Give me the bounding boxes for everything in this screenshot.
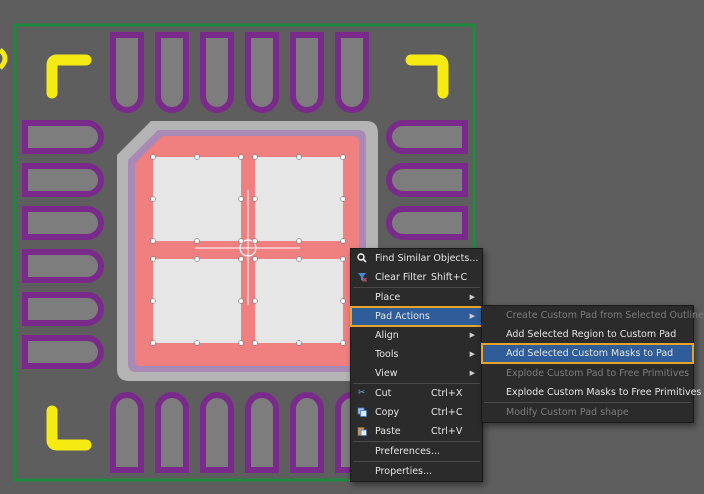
pad[interactable]	[200, 32, 234, 113]
menu-item-shortcut: Shift+C	[431, 272, 468, 283]
pad[interactable]	[22, 120, 104, 154]
pad[interactable]	[386, 206, 468, 240]
pad[interactable]	[245, 392, 279, 473]
pad[interactable]	[22, 335, 104, 369]
pad[interactable]	[155, 392, 189, 473]
submenu-item-add-selected-custom-masks[interactable]: Add Selected Custom Masks to Pad	[481, 343, 694, 364]
submenu-item-label: Create Custom Pad from Selected Outline	[506, 310, 704, 321]
pad-actions-submenu: Create Custom Pad from Selected Outline …	[481, 305, 704, 423]
submenu-item-add-selected-region[interactable]: Add Selected Region to Custom Pad	[482, 325, 693, 344]
submenu-item-modify-custom-pad-shape[interactable]: Modify Custom Pad shape	[482, 403, 693, 422]
pad[interactable]	[155, 32, 189, 113]
menu-item-label: View	[375, 368, 398, 379]
menu-item-label: Find Similar Objects...	[375, 253, 479, 264]
menu-item-label: Preferences...	[375, 446, 440, 457]
paste-region[interactable]	[255, 157, 343, 241]
menu-item-label: Paste	[375, 426, 401, 437]
menu-item-label: Properties...	[375, 466, 433, 477]
pad[interactable]	[200, 392, 234, 473]
pad[interactable]	[22, 249, 104, 283]
pad[interactable]	[386, 120, 468, 154]
pad[interactable]	[110, 392, 144, 473]
menu-item-place[interactable]: Place ▶	[351, 288, 482, 307]
menu-item-view[interactable]: View ▶	[351, 364, 482, 383]
menu-item-shortcut: Ctrl+X	[431, 388, 463, 399]
submenu-item-explode-custom-pad[interactable]: Explode Custom Pad to Free Primitives	[482, 364, 693, 383]
menu-item-label: Copy	[375, 407, 400, 418]
paste-icon	[356, 426, 367, 437]
submenu-arrow-icon: ▶	[469, 369, 475, 377]
menu-item-pad-actions[interactable]: Pad Actions ▶	[350, 306, 483, 327]
pad[interactable]	[335, 32, 369, 113]
copy-icon	[356, 407, 367, 418]
menu-item-label: Place	[375, 292, 401, 303]
submenu-item-label: Add Selected Region to Custom Pad	[506, 329, 677, 340]
pad[interactable]	[22, 163, 104, 197]
menu-item-find-similar-objects[interactable]: Find Similar Objects...	[351, 249, 482, 268]
pad[interactable]	[290, 32, 324, 113]
menu-item-clear-filter[interactable]: Clear Filter Shift+C	[351, 268, 482, 287]
pads-right[interactable]	[386, 120, 468, 240]
menu-item-label: Clear Filter	[375, 272, 427, 283]
menu-item-tools[interactable]: Tools ▶	[351, 345, 482, 364]
submenu-item-label: Explode Custom Masks to Free Primitives	[506, 387, 702, 398]
submenu-item-label: Explode Custom Pad to Free Primitives	[506, 368, 690, 379]
submenu-arrow-icon: ▶	[469, 331, 475, 339]
menu-item-shortcut: Ctrl+C	[431, 407, 463, 418]
paste-region[interactable]	[255, 259, 343, 343]
submenu-arrow-icon: ▶	[469, 312, 475, 320]
menu-item-preferences[interactable]: Preferences...	[351, 442, 482, 461]
scissors-icon: ✂	[357, 388, 366, 398]
context-menu: Find Similar Objects... Clear Filter Shi…	[350, 248, 483, 482]
menu-item-copy[interactable]: Copy Ctrl+C	[351, 403, 482, 422]
pad[interactable]	[245, 32, 279, 113]
pad[interactable]	[290, 392, 324, 473]
paste-region[interactable]	[153, 259, 241, 343]
submenu-item-explode-custom-masks[interactable]: Explode Custom Masks to Free Primitives	[482, 383, 701, 402]
menu-item-properties[interactable]: Properties...	[351, 462, 482, 481]
pad[interactable]	[386, 163, 468, 197]
filter-clear-icon	[356, 272, 367, 283]
submenu-arrow-icon: ▶	[469, 293, 475, 301]
menu-item-label: Cut	[375, 388, 392, 399]
submenu-item-create-custom-pad[interactable]: Create Custom Pad from Selected Outline	[482, 306, 704, 325]
menu-item-align[interactable]: Align ▶	[351, 326, 482, 345]
pad[interactable]	[22, 292, 104, 326]
menu-item-paste[interactable]: Paste Ctrl+V	[351, 422, 482, 441]
submenu-item-label: Modify Custom Pad shape	[506, 407, 629, 418]
submenu-arrow-icon: ▶	[469, 350, 475, 358]
menu-item-label: Tools	[375, 349, 399, 360]
pad[interactable]	[110, 32, 144, 113]
paste-region[interactable]	[153, 157, 241, 241]
pad[interactable]	[22, 206, 104, 240]
thermal-pad[interactable]	[117, 121, 378, 381]
menu-item-shortcut: Ctrl+V	[431, 426, 463, 437]
menu-item-label: Align	[375, 330, 399, 341]
submenu-item-label: Add Selected Custom Masks to Pad	[506, 348, 674, 359]
search-icon	[356, 253, 367, 264]
menu-item-cut[interactable]: ✂ Cut Ctrl+X	[351, 384, 482, 403]
menu-item-label: Pad Actions	[375, 311, 430, 322]
